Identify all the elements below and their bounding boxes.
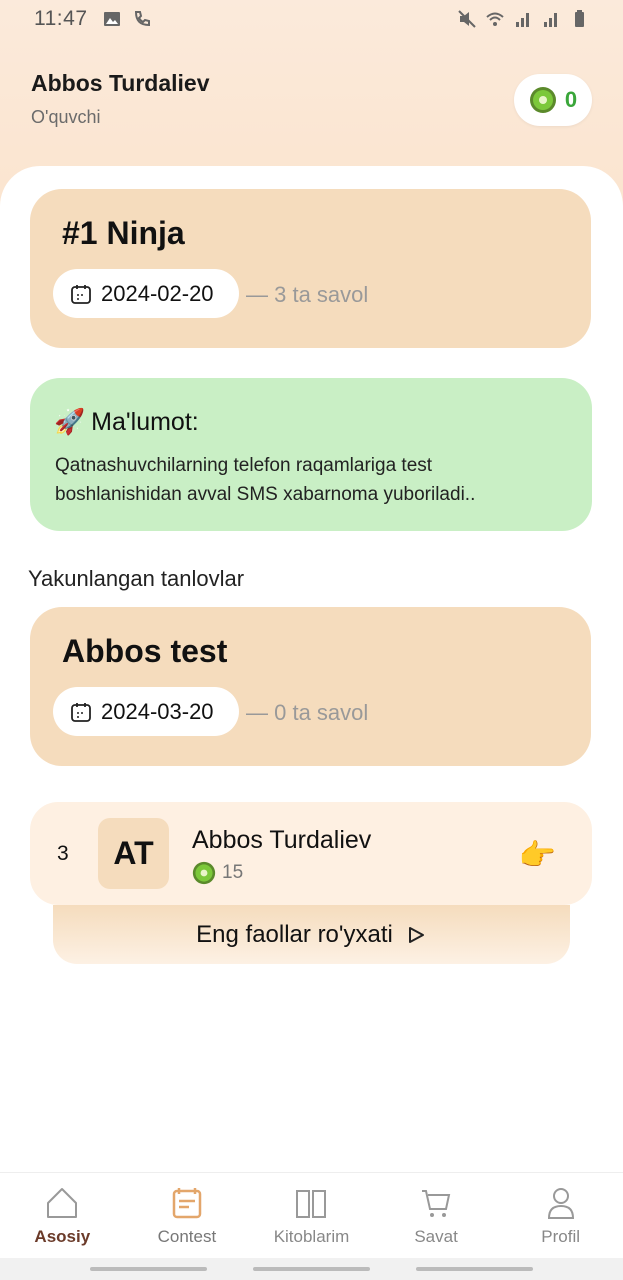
signal-icon (516, 13, 529, 27)
info-body: Qatnashuvchilarning telefon raqamlariga … (55, 455, 476, 505)
pointing-hand-icon: 👉 (518, 839, 556, 872)
gesture-pill (90, 1267, 207, 1271)
contest-card[interactable]: #1 Ninja 2024-02-20 — 3 ta savol (30, 189, 591, 348)
finished-question-count: — 0 ta savol (246, 700, 369, 725)
call-icon (134, 11, 150, 27)
finished-contest-card[interactable]: Abbos test 2024-03-20 — 0 ta savol (30, 607, 591, 766)
contest-date: 2024-02-20 (101, 280, 214, 306)
section-label: Yakunlangan tanlovlar (28, 566, 245, 591)
gesture-pill (253, 1267, 370, 1271)
status-time: 11:47 (34, 7, 88, 30)
leader-rank: 3 (57, 842, 69, 865)
play-icon (408, 926, 424, 943)
nav-cart[interactable]: Savat (374, 1173, 499, 1258)
nav-label: Profil (541, 1227, 581, 1246)
nav-books[interactable]: Kitoblarim (249, 1173, 374, 1258)
date-chip: 2024-02-20 (53, 269, 239, 318)
nav-label: Kitoblarim (273, 1227, 350, 1246)
info-title: Ma'lumot: (91, 408, 199, 436)
profile-icon (547, 1188, 574, 1219)
user-role: O'quvchi (31, 107, 101, 127)
user-name: Abbos Turdaliev (31, 70, 210, 96)
kiwi-coin-icon (529, 87, 556, 113)
leader-score: 15 (192, 861, 243, 885)
coin-count: 0 (564, 87, 578, 112)
book-icon (296, 1190, 327, 1218)
contest-icon (172, 1188, 202, 1219)
leaders-list-label: Eng faollar ro'yxati (196, 920, 393, 948)
nav-profile[interactable]: Profil (498, 1173, 623, 1258)
user-header: Abbos Turdaliev O'quvchi (31, 70, 210, 128)
nav-label: Savat (414, 1227, 458, 1246)
coin-balance[interactable]: 0 (514, 74, 592, 126)
leader-score-value: 15 (222, 862, 244, 883)
gesture-pill (416, 1267, 533, 1271)
signal-icon-2 (544, 13, 557, 27)
nav-contest[interactable]: Contest (125, 1173, 250, 1258)
wifi-icon (486, 12, 504, 26)
home-icon (47, 1188, 78, 1218)
info-card: 🚀 Ma'lumot: Qatnashuvchilarning telefon … (30, 378, 592, 531)
leaders-list-button[interactable]: Eng faollar ro'yxati (53, 905, 570, 964)
avatar: AT (98, 818, 169, 889)
status-right-icons (457, 9, 589, 29)
kiwi-coin-icon (192, 861, 216, 885)
leaderboard-row[interactable]: 3 AT Abbos Turdaliev 15 👉 (30, 802, 592, 905)
image-icon (103, 12, 120, 26)
contest-title: #1 Ninja (62, 215, 185, 251)
battery-icon (575, 10, 584, 27)
calendar-icon (71, 702, 91, 722)
status-left-icons (102, 9, 152, 29)
cart-icon (422, 1190, 451, 1217)
bottom-nav: Asosiy Contest Kitoblarim Savat Profil (0, 1172, 623, 1258)
gesture-bar (0, 1258, 623, 1280)
rocket-icon: 🚀 (54, 408, 86, 436)
mute-icon (458, 10, 476, 28)
finished-contest-title: Abbos test (62, 633, 228, 669)
nav-label: Contest (157, 1227, 217, 1246)
status-bar: 11:47 (0, 0, 623, 38)
finished-contest-date: 2024-03-20 (101, 698, 214, 724)
info-heading: 🚀 Ma'lumot: (54, 408, 199, 437)
question-count: — 3 ta savol (246, 282, 369, 307)
nav-label: Asosiy (34, 1227, 91, 1246)
calendar-icon (71, 284, 91, 304)
leader-name: Abbos Turdaliev (192, 826, 372, 854)
finished-date-chip: 2024-03-20 (53, 687, 239, 736)
nav-home[interactable]: Asosiy (0, 1173, 125, 1258)
